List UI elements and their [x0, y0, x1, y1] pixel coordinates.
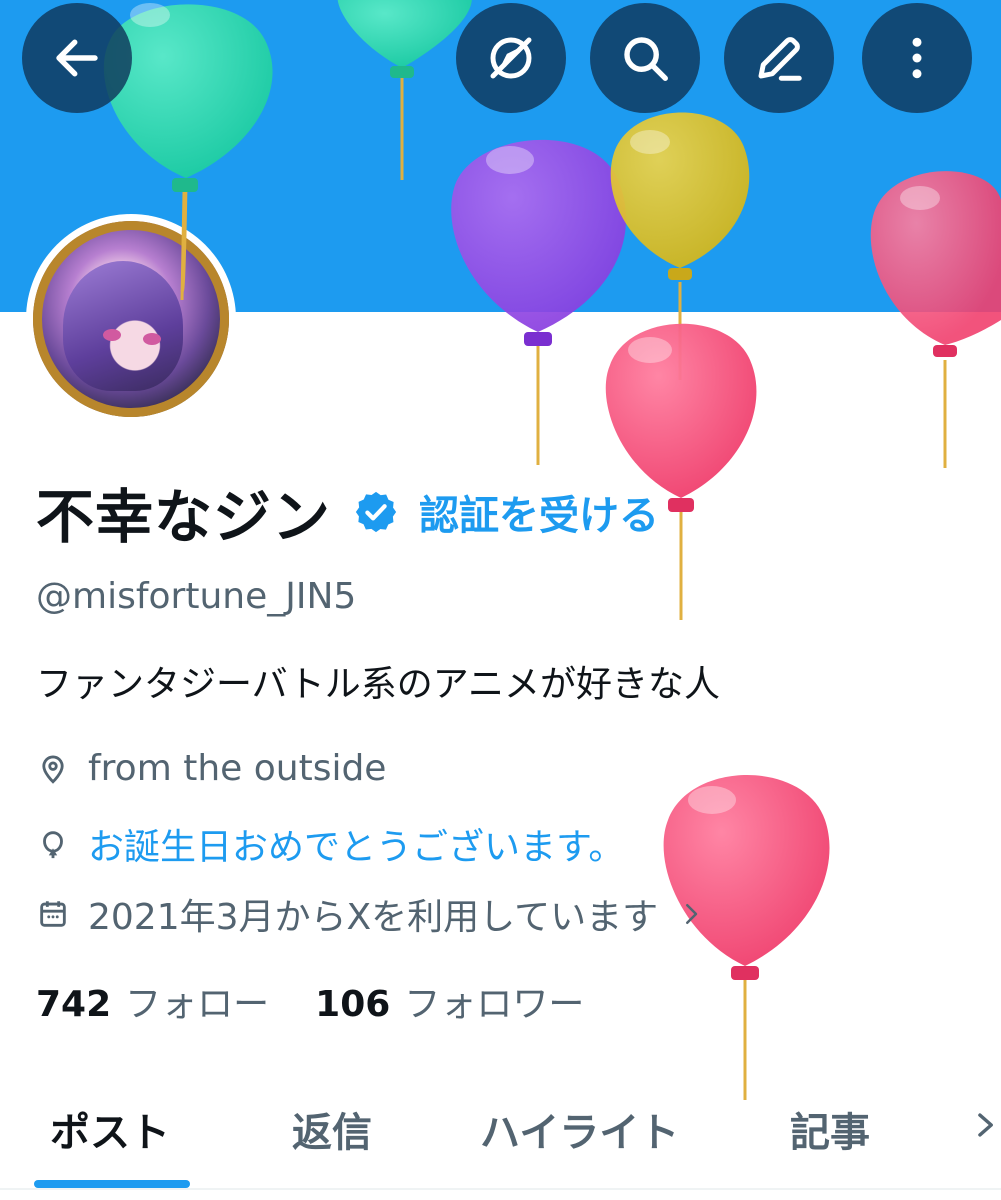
profile-bio: ファンタジーバトル系のアニメが好きな人: [36, 664, 721, 705]
joined-text: 2021年3月からXを利用しています: [88, 897, 659, 938]
followers-count: 106: [315, 984, 391, 1025]
birthday-text: お誕生日おめでとうございます。: [88, 827, 625, 868]
profile-name-row: 不幸なジン 認証を受ける: [36, 470, 659, 554]
tab-highlights[interactable]: ハイライト: [480, 1100, 679, 1158]
avatar-image: [33, 221, 229, 417]
tab-replies[interactable]: 返信: [292, 1100, 372, 1158]
tabs-divider: [0, 1188, 1001, 1190]
tab-articles[interactable]: 記事: [790, 1100, 870, 1158]
joined-row[interactable]: 2021年3月からXを利用しています: [36, 888, 724, 940]
more-button[interactable]: [862, 3, 972, 113]
explore-button[interactable]: [456, 3, 566, 113]
following-label: フォロー: [125, 984, 270, 1025]
calendar-icon: [40, 901, 66, 927]
following-count: 742: [36, 984, 112, 1025]
edit-button[interactable]: [724, 3, 834, 113]
display-name: 不幸なジン: [36, 483, 332, 551]
chevron-right-icon: [686, 904, 698, 924]
location-pin-icon: [42, 755, 64, 784]
avatar[interactable]: [26, 214, 236, 424]
search-icon: [624, 37, 668, 81]
followers-label: フォロワー: [404, 984, 585, 1025]
explore-off-icon: [490, 37, 532, 79]
verified-badge-icon[interactable]: [353, 489, 399, 535]
more-vertical-icon: [912, 37, 922, 79]
chevron-right-icon[interactable]: [970, 1108, 1001, 1142]
tab-posts[interactable]: ポスト: [50, 1100, 170, 1158]
get-verified-link[interactable]: 認証を受ける: [419, 483, 659, 541]
balloon-icon: [43, 831, 63, 859]
follow-stats: 742 フォロー 106 フォロワー: [36, 975, 584, 1027]
followers-stat[interactable]: 106 フォロワー: [315, 975, 584, 1027]
edit-icon: [758, 37, 802, 81]
active-tab-indicator: [34, 1180, 190, 1188]
user-handle: @misfortune_JIN5: [36, 576, 357, 617]
location-row: from the outside: [36, 748, 386, 789]
back-button[interactable]: [22, 3, 132, 113]
birthday-row: お誕生日おめでとうございます。: [36, 818, 624, 870]
arrow-left-icon: [56, 39, 98, 77]
location-text: from the outside: [88, 748, 387, 789]
following-stat[interactable]: 742 フォロー: [36, 975, 269, 1027]
search-button[interactable]: [590, 3, 700, 113]
